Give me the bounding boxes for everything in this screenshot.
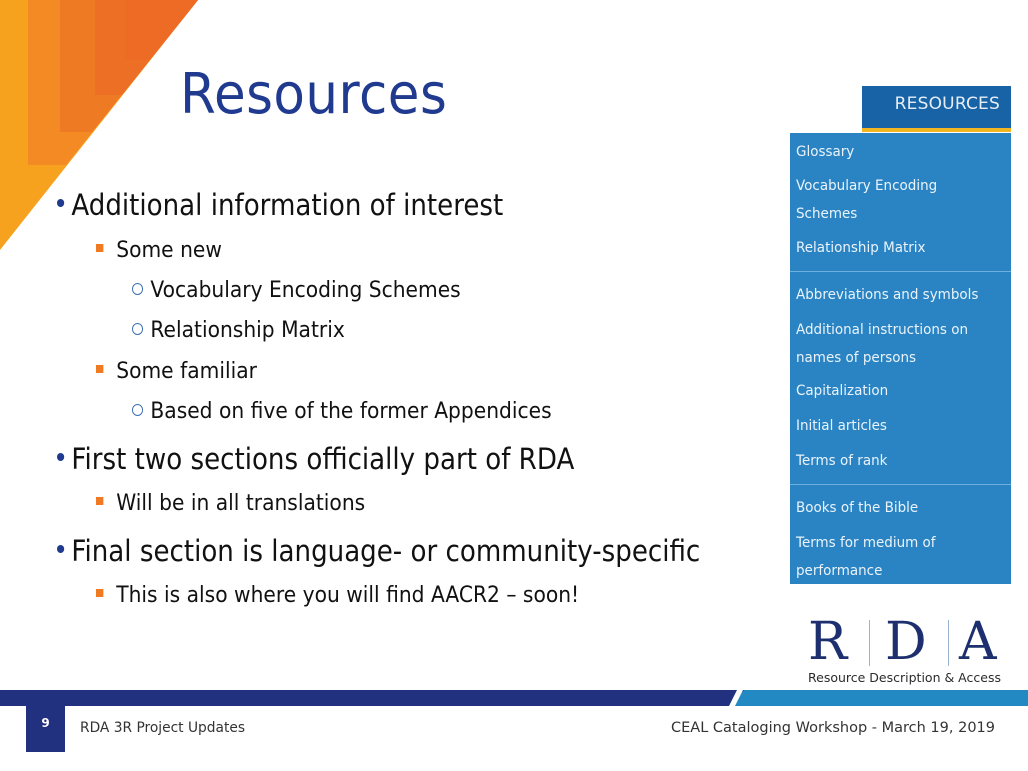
footer-bar-navy [0, 690, 745, 706]
menu-item-vocabulary-encoding-schemes[interactable]: Vocabulary Encoding Schemes [796, 172, 937, 228]
bullet-level2: This is also where you will find AACR2 –… [96, 583, 579, 608]
bullet-level2: Some new [96, 238, 222, 263]
bullet-level3: Based on five of the former Appendices [132, 399, 552, 424]
bullet-level3: Vocabulary Encoding Schemes [132, 278, 461, 303]
bullet-square-icon [96, 244, 104, 252]
bullet-dot-icon [57, 453, 65, 461]
bullet-level3: Relationship Matrix [132, 318, 345, 343]
slide-title: Resources [180, 62, 448, 127]
logo-letter-r: R [808, 612, 848, 672]
resources-menu: Glossary Vocabulary Encoding Schemes Rela… [790, 133, 1011, 584]
menu-item-terms-of-rank[interactable]: Terms of rank [796, 447, 887, 475]
bullet-dot-icon [57, 545, 65, 553]
bullet-level2: Some familiar [96, 359, 257, 384]
logo-divider [869, 620, 870, 666]
logo-letter-d: D [885, 612, 927, 672]
bullet-level2: Will be in all translations [96, 491, 365, 516]
bullet-circle-icon [132, 404, 144, 416]
bullet-square-icon [96, 365, 104, 373]
bullet-square-icon [96, 589, 104, 597]
menu-item-books-of-the-bible[interactable]: Books of the Bible [796, 494, 918, 522]
bullet-circle-icon [132, 323, 144, 335]
menu-item-relationship-matrix[interactable]: Relationship Matrix [796, 234, 926, 262]
menu-divider [790, 271, 1011, 272]
menu-item-medium-of-performance[interactable]: Terms for medium of performance [796, 529, 936, 585]
rda-logo: R D A Resource Description & Access [805, 612, 1005, 688]
menu-item-abbreviations[interactable]: Abbreviations and symbols [796, 281, 978, 309]
menu-divider [790, 484, 1011, 485]
menu-item-capitalization[interactable]: Capitalization [796, 377, 888, 405]
bullet-circle-icon [132, 283, 144, 295]
menu-item-names-of-persons[interactable]: Additional instructions on names of perso… [796, 316, 968, 372]
bullet-square-icon [96, 497, 104, 505]
bullet-level1: Final section is language- or community-… [57, 534, 700, 568]
footer-event-date: CEAL Cataloging Workshop - March 19, 201… [671, 720, 995, 736]
bullet-level1: Additional information of interest [57, 188, 503, 222]
menu-item-initial-articles[interactable]: Initial articles [796, 412, 887, 440]
page-number: 9 [26, 706, 65, 752]
menu-item-glossary[interactable]: Glossary [796, 138, 854, 166]
logo-subtitle: Resource Description & Access [808, 670, 1001, 685]
bullet-level1: First two sections officially part of RD… [57, 442, 574, 476]
footer-presentation-title: RDA 3R Project Updates [80, 720, 246, 736]
logo-letter-a: A [959, 612, 997, 672]
footer-bar-cyan [730, 690, 1028, 706]
logo-divider [948, 620, 949, 666]
resources-tab[interactable]: RESOURCES [862, 86, 1011, 132]
bullet-dot-icon [57, 199, 65, 207]
